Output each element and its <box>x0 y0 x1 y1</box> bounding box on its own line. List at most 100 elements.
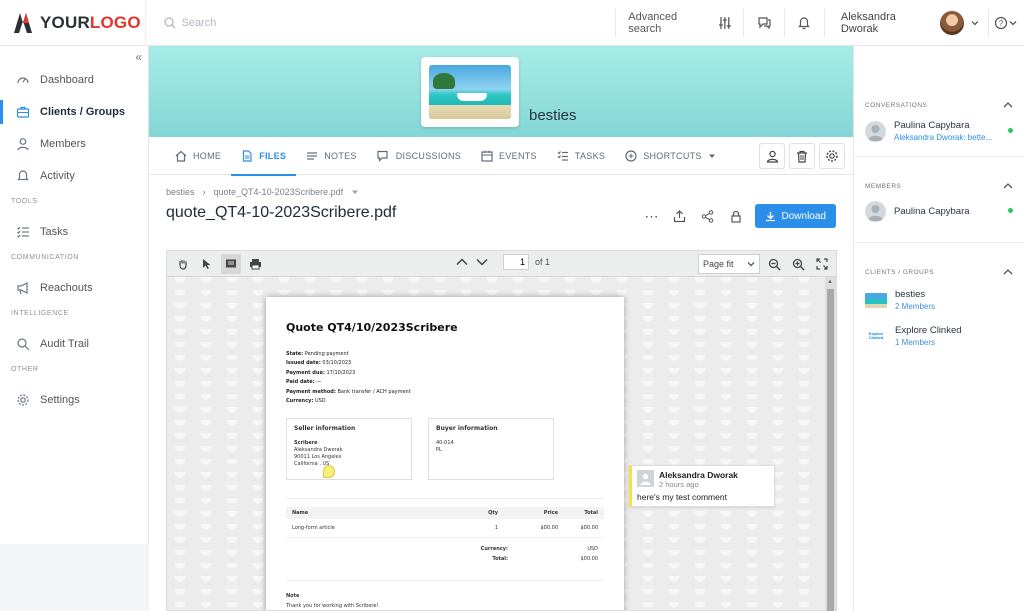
comment-tool-button[interactable] <box>221 253 241 274</box>
buyer-line: PL <box>436 447 442 454</box>
help-button[interactable]: ? <box>989 0 1024 46</box>
group-image <box>429 65 511 119</box>
comment-icon <box>226 259 236 267</box>
group-item-count: 1 Members <box>895 338 936 347</box>
seller-line: 90011 Los Angeles <box>294 454 342 461</box>
zoom-select[interactable]: Page fit <box>698 254 760 274</box>
breadcrumb-file[interactable]: quote_QT4-10-2023Scribere.pdf <box>214 187 344 197</box>
sidebar-item-label: Settings <box>40 394 80 406</box>
comment-card[interactable]: Aleksandra Dworak 2 hours ago here's my … <box>629 465 775 507</box>
logo-text-logo: LOGO <box>89 12 141 32</box>
viewer-scrollbar[interactable]: ▲ <box>825 277 836 611</box>
share-icon[interactable] <box>699 207 717 225</box>
zoom-in-button[interactable] <box>788 254 808 274</box>
zoom-value: Page fit <box>703 259 734 269</box>
bell-icon <box>798 16 810 29</box>
conversations-section: CONVERSATIONS Paulina Capybara Aleksandr… <box>854 46 1024 148</box>
logo[interactable]: YOURLOGO <box>0 0 146 46</box>
sidebar-item-reachouts[interactable]: Reachouts <box>0 272 148 304</box>
zoom-out-button[interactable] <box>764 254 784 274</box>
conversations-header[interactable]: CONVERSATIONS <box>865 96 1013 114</box>
tab-label: NOTES <box>324 150 357 161</box>
tab-shortcuts[interactable]: SHORTCUTS <box>615 137 726 175</box>
zoom-in-icon <box>792 258 804 270</box>
members-header[interactable]: MEMBERS <box>865 177 1013 195</box>
sidebar-item-label: Members <box>40 138 86 150</box>
tab-events[interactable]: EVENTS <box>471 137 547 175</box>
sidebar-item-tasks[interactable]: Tasks <box>0 216 148 248</box>
search-input[interactable] <box>181 16 582 29</box>
user-menu[interactable]: Aleksandra Dworak <box>825 0 988 46</box>
next-page-icon[interactable] <box>475 257 489 267</box>
caret-down-icon[interactable] <box>351 188 359 196</box>
chevron-up-icon <box>1003 102 1013 108</box>
group-item[interactable]: besties 2 Members <box>865 281 1013 317</box>
sidebar-item-members[interactable]: Members <box>0 128 148 160</box>
gear-icon <box>826 150 838 162</box>
logo-text-your: YOUR <box>40 12 90 32</box>
settings-button[interactable] <box>819 143 845 169</box>
comment-marker-icon[interactable] <box>323 465 335 478</box>
tab-files[interactable]: FILES <box>231 137 297 176</box>
sidebar-item-label: Dashboard <box>40 74 94 86</box>
group-thumbnail <box>865 292 887 308</box>
scroll-up-icon[interactable]: ▲ <box>827 279 833 285</box>
groups-header[interactable]: CLIENTS / GROUPS <box>865 263 1013 281</box>
collapse-sidebar-icon[interactable]: « <box>135 50 142 64</box>
notifications-button[interactable] <box>785 0 824 46</box>
sidebar-item-clients-groups[interactable]: Clients / Groups <box>0 96 148 128</box>
sidebar-item-audit-trail[interactable]: Audit Trail <box>0 328 148 360</box>
chat-button[interactable] <box>744 0 783 46</box>
sidebar-item-label: Reachouts <box>40 282 93 294</box>
tab-label: TASKS <box>574 150 606 161</box>
sidebar-section-communication: COMMUNICATION <box>11 254 79 261</box>
scrollbar-thumb[interactable] <box>827 289 834 611</box>
breadcrumb-root[interactable]: besties <box>166 187 195 197</box>
members-button[interactable] <box>759 143 785 169</box>
page-number-input[interactable] <box>503 254 529 270</box>
online-indicator <box>1008 208 1013 213</box>
search-icon <box>163 16 176 28</box>
download-button[interactable]: Download <box>754 204 836 228</box>
prev-page-icon[interactable] <box>455 257 469 267</box>
totals: Currency: USD Total: $00.00 <box>286 544 604 564</box>
more-icon[interactable]: ⋯ <box>643 207 661 225</box>
hand-tool-button[interactable] <box>173 254 193 274</box>
group-item[interactable]: Explore Clinked Explore Clinked 1 Member… <box>865 317 1013 353</box>
print-icon <box>249 258 261 269</box>
home-icon <box>175 150 187 162</box>
meta-row: Issued date: 03/10/2023 <box>286 360 352 367</box>
tab-label: HOME <box>193 150 222 161</box>
lock-icon[interactable] <box>727 207 745 225</box>
right-panel: CONVERSATIONS Paulina Capybara Aleksandr… <box>853 46 1024 611</box>
file-actions: ⋯ Download <box>643 204 836 228</box>
document-note: Note Thank you for working with Scribere… <box>286 580 604 610</box>
tab-home[interactable]: HOME <box>165 137 231 175</box>
avatar <box>865 120 886 142</box>
download-icon <box>765 211 775 221</box>
chevron-down-icon <box>971 20 979 25</box>
sidebar-item-dashboard[interactable]: Dashboard <box>0 64 148 96</box>
tab-tasks[interactable]: TASKS <box>547 137 615 175</box>
select-tool-button[interactable] <box>197 254 217 274</box>
gear-icon <box>16 393 30 407</box>
advanced-search-label: Advanced search <box>628 10 678 35</box>
sidebar-item-settings[interactable]: Settings <box>0 384 148 416</box>
delete-button[interactable] <box>789 143 815 169</box>
seller-line: Aleksandra Dworak <box>294 447 343 454</box>
sidebar-item-label: Tasks <box>40 226 69 238</box>
group-image-card[interactable] <box>421 57 519 127</box>
share-upload-icon[interactable] <box>671 207 689 225</box>
advanced-search-button[interactable]: Advanced search <box>616 0 743 46</box>
tab-notes[interactable]: NOTES <box>296 137 367 175</box>
member-item[interactable]: Paulina Capybara <box>865 195 1013 228</box>
print-button[interactable] <box>245 254 265 274</box>
tab-label: EVENTS <box>499 150 537 161</box>
top-bar: YOURLOGO Advanced search Aleksandra Dwor… <box>0 0 1024 46</box>
conversation-item[interactable]: Paulina Capybara Aleksandra Dworak: bett… <box>865 114 1013 148</box>
sidebar-item-activity[interactable]: Activity <box>0 160 148 192</box>
sidebar: « Dashboard Clients / Groups Members Act… <box>0 46 149 544</box>
fullscreen-button[interactable] <box>812 254 832 274</box>
viewer-canvas[interactable]: Quote QT4/10/2023Scribere State: Pending… <box>167 277 836 610</box>
tab-discussions[interactable]: DISCUSSIONS <box>367 137 471 175</box>
